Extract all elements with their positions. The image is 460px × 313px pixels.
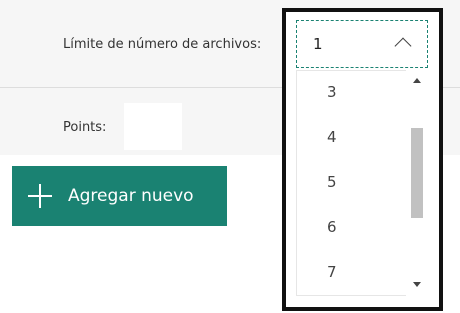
option-label: 4 bbox=[327, 128, 337, 146]
points-label: Points: bbox=[63, 120, 107, 135]
option-item[interactable]: 7 bbox=[297, 251, 411, 295]
option-item[interactable]: 3 bbox=[297, 71, 411, 116]
option-label: 6 bbox=[327, 218, 337, 236]
scroll-up-icon[interactable] bbox=[413, 78, 421, 83]
option-item[interactable]: 5 bbox=[297, 161, 411, 206]
options-scrollbar[interactable] bbox=[406, 70, 428, 296]
points-input[interactable] bbox=[124, 103, 182, 150]
file-limit-label: Límite de número de archivos: bbox=[63, 37, 262, 52]
chevron-up-icon bbox=[394, 37, 412, 55]
option-item[interactable]: 4 bbox=[297, 116, 411, 161]
plus-icon bbox=[28, 184, 52, 208]
option-label: 7 bbox=[327, 263, 337, 281]
scroll-down-icon[interactable] bbox=[413, 282, 421, 287]
option-label: 3 bbox=[327, 83, 337, 101]
option-item[interactable]: 6 bbox=[297, 206, 411, 251]
add-new-button[interactable]: Agregar nuevo bbox=[12, 166, 227, 226]
add-new-label: Agregar nuevo bbox=[68, 186, 194, 206]
file-limit-select[interactable]: 1 bbox=[296, 20, 428, 68]
scroll-thumb[interactable] bbox=[411, 128, 423, 218]
option-label: 5 bbox=[327, 173, 337, 191]
file-limit-selected-value: 1 bbox=[313, 35, 323, 53]
